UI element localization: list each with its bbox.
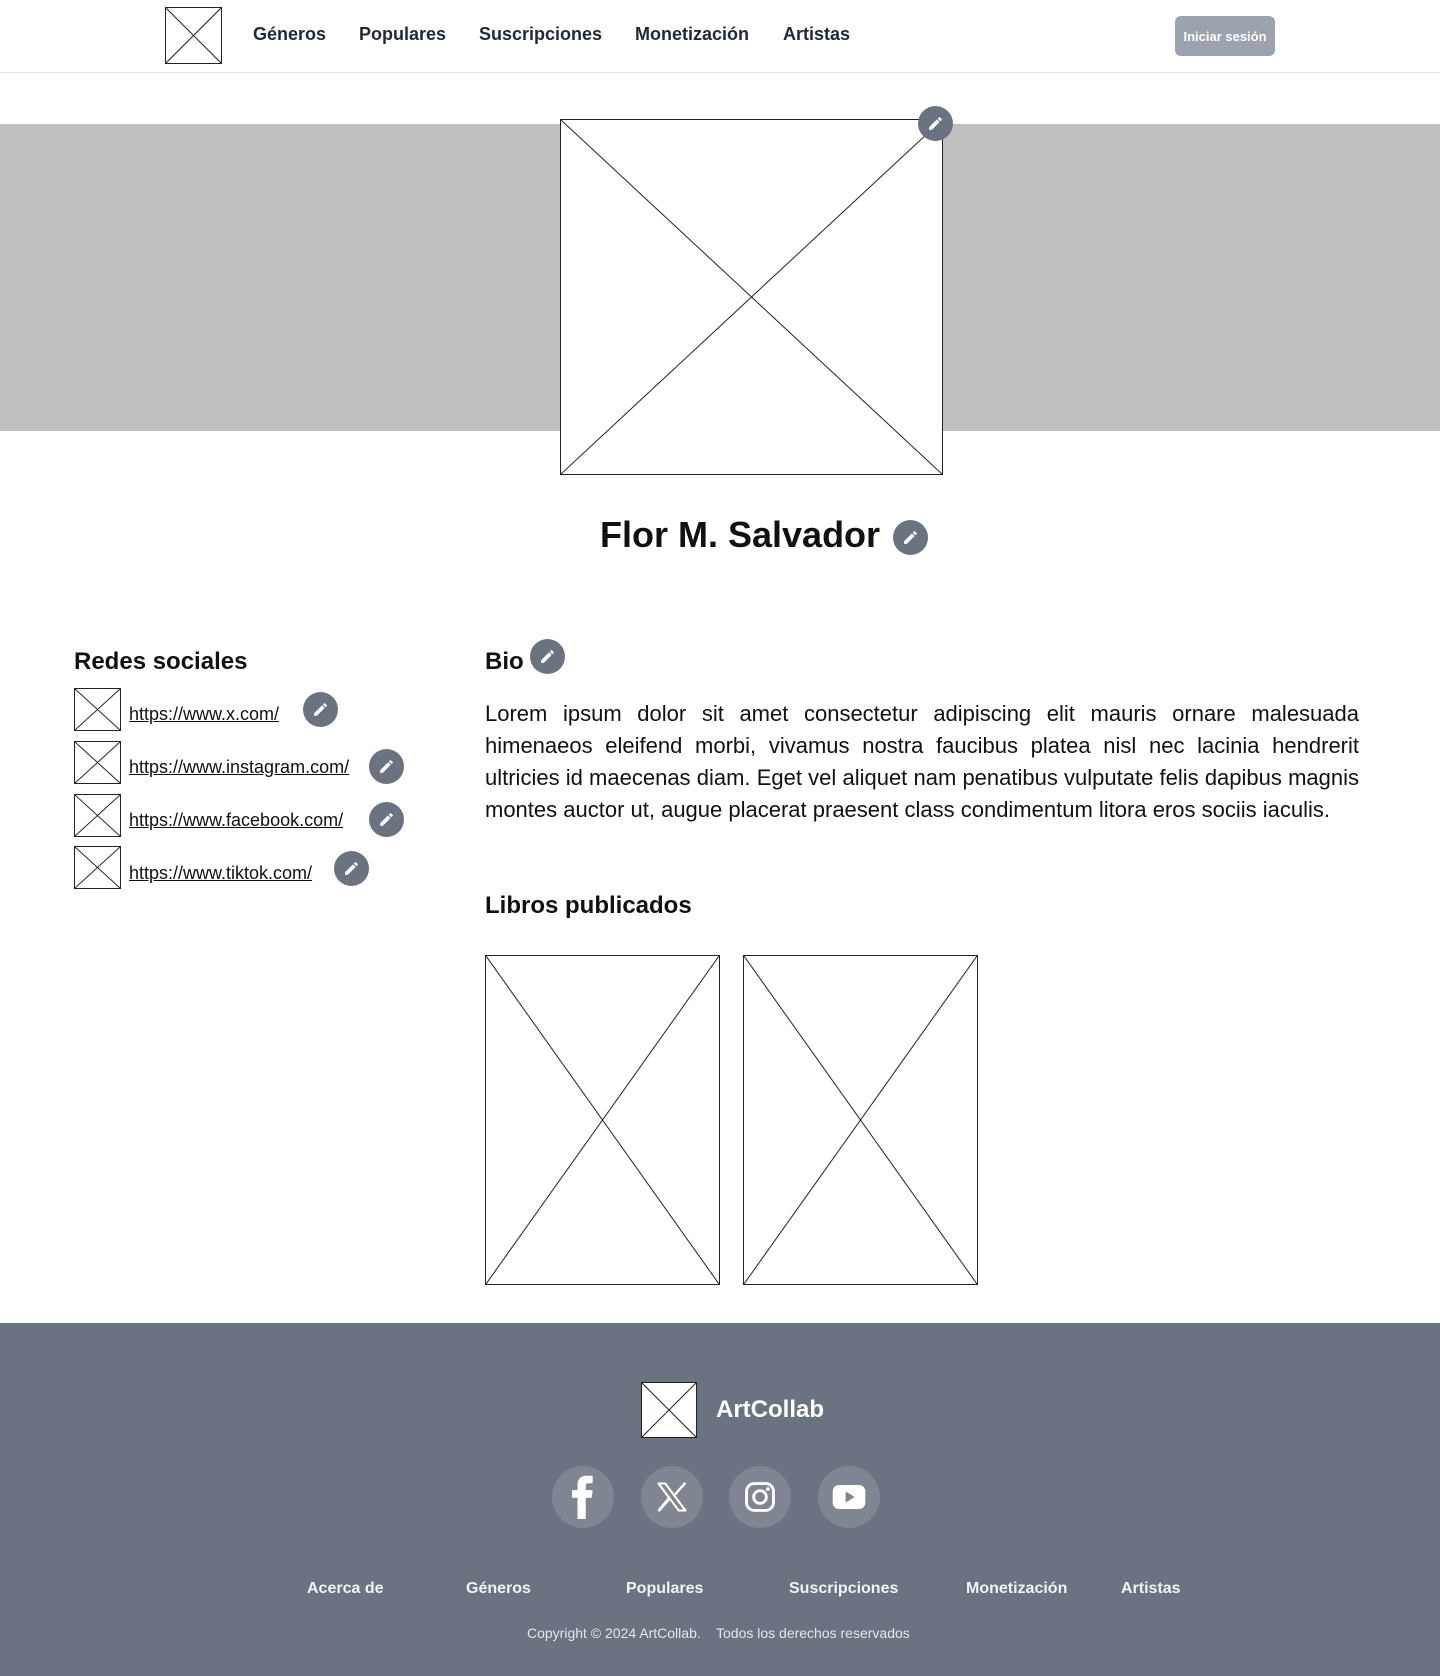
nav-generos[interactable]: Géneros — [253, 24, 326, 45]
footer-link-suscripciones[interactable]: Suscripciones — [789, 1580, 898, 1598]
edit-tiktok-link-button[interactable] — [334, 851, 369, 886]
nav-monetizacion[interactable]: Monetización — [635, 24, 749, 45]
profile-name: Flor M. Salvador — [600, 514, 881, 555]
bio-text: Lorem ipsum dolor sit amet consectetur a… — [485, 701, 1359, 822]
edit-bio-button[interactable] — [530, 639, 565, 674]
bio-title: Bio — [485, 648, 524, 675]
facebook-logo-placeholder — [74, 794, 121, 837]
footer — [0, 1323, 1440, 1676]
pencil-icon — [343, 860, 360, 877]
youtube-icon[interactable] — [818, 1466, 880, 1528]
edit-facebook-link-button[interactable] — [369, 802, 404, 837]
x-logo-placeholder — [74, 688, 121, 731]
tiktok-logo-placeholder — [74, 846, 121, 889]
footer-link-artistas[interactable]: Artistas — [1121, 1580, 1181, 1598]
book-cover-placeholder[interactable] — [485, 955, 720, 1285]
edit-profile-image-button[interactable] — [918, 106, 953, 141]
book-cover-placeholder[interactable] — [743, 955, 978, 1285]
books-title: Libros publicados — [485, 892, 692, 919]
edit-instagram-link-button[interactable] — [369, 749, 404, 784]
pencil-icon — [927, 115, 944, 132]
rights-text: Todos los derechos reservados — [716, 1625, 910, 1641]
social-link-facebook[interactable]: https://www.facebook.com/ — [129, 810, 343, 831]
edit-x-link-button[interactable] — [303, 692, 338, 727]
logo-placeholder[interactable] — [165, 7, 222, 64]
social-link-tiktok[interactable]: https://www.tiktok.com/ — [129, 863, 312, 884]
login-button[interactable]: Iniciar sesión — [1175, 16, 1275, 56]
nav-populares[interactable]: Populares — [359, 24, 446, 45]
pencil-icon — [378, 758, 395, 775]
facebook-icon[interactable] — [552, 1466, 614, 1528]
top-header: Géneros Populares Suscripciones Monetiza… — [0, 0, 1440, 73]
footer-link-monetizacion[interactable]: Monetización — [966, 1580, 1067, 1598]
social-title: Redes sociales — [74, 648, 248, 675]
pencil-icon — [539, 648, 556, 665]
footer-link-generos[interactable]: Géneros — [466, 1580, 531, 1598]
pencil-icon — [378, 811, 395, 828]
instagram-icon[interactable] — [729, 1466, 791, 1528]
nav-artistas[interactable]: Artistas — [783, 24, 850, 45]
social-link-instagram[interactable]: https://www.instagram.com/ — [129, 757, 349, 778]
pencil-icon — [312, 701, 329, 718]
footer-logo-placeholder — [641, 1382, 697, 1438]
social-link-x[interactable]: https://www.x.com/ — [129, 704, 279, 725]
instagram-logo-placeholder — [74, 741, 121, 784]
copyright-text: Copyright © 2024 ArtCollab. — [527, 1625, 701, 1641]
pencil-icon — [902, 529, 919, 546]
footer-brand-name: ArtCollab — [716, 1396, 824, 1423]
x-icon[interactable] — [641, 1466, 703, 1528]
footer-link-acerca-de[interactable]: Acerca de — [307, 1580, 384, 1598]
profile-image-placeholder — [560, 119, 943, 475]
edit-name-button[interactable] — [893, 520, 928, 555]
footer-link-populares[interactable]: Populares — [626, 1580, 703, 1598]
nav-suscripciones[interactable]: Suscripciones — [479, 24, 602, 45]
